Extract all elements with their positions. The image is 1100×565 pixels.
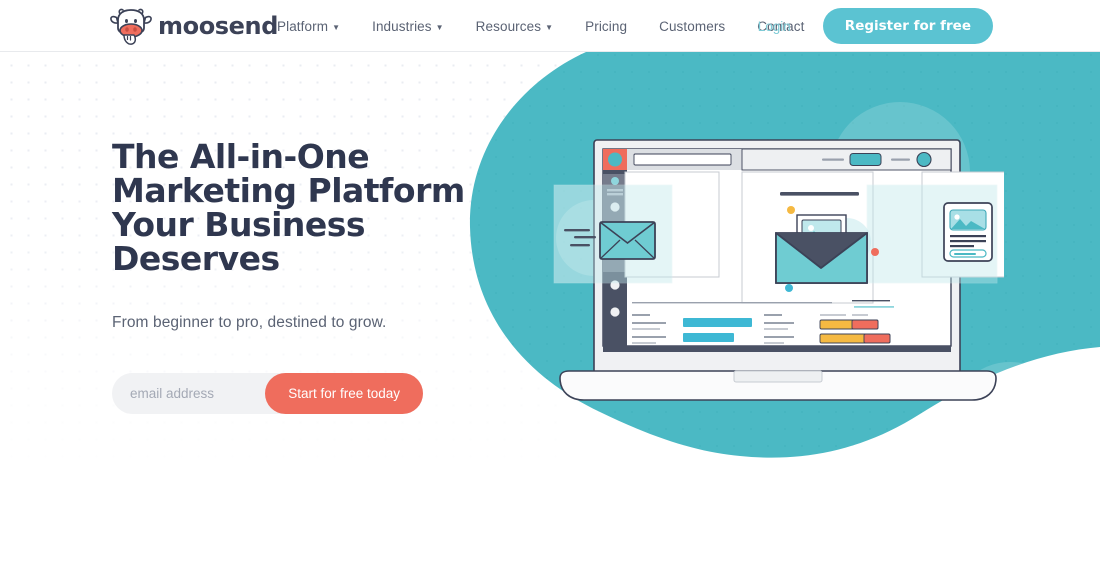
hero-title: The All-in-One Marketing Platform Your B… xyxy=(112,137,465,278)
hero-section: The All-in-One Marketing Platform Your B… xyxy=(0,52,1100,565)
laptop-email-marketing-illustration xyxy=(553,139,1004,401)
nav-label-industries: Industries xyxy=(372,18,432,34)
newsletter-document-icon xyxy=(943,202,993,262)
cow-head-icon xyxy=(110,8,152,45)
nav-item-industries[interactable]: Industries ▼ xyxy=(356,19,460,34)
hero-copy: The All-in-One Marketing Platform Your B… xyxy=(112,140,532,414)
start-for-free-button[interactable]: Start for free today xyxy=(265,373,423,414)
chevron-down-icon: ▼ xyxy=(332,22,341,32)
envelope-icon xyxy=(599,221,656,260)
site-header: moosend Platform ▼ Industries ▼ Resources ▼… xyxy=(0,0,1100,52)
email-input[interactable] xyxy=(112,374,282,413)
nav-item-resources[interactable]: Resources ▼ xyxy=(460,19,569,34)
nav-label-customers: Customers xyxy=(659,18,726,34)
chevron-down-icon: ▼ xyxy=(435,22,444,32)
landing-page: moosend Platform ▼ Industries ▼ Resources ▼… xyxy=(0,0,1100,565)
header-actions: Login Register for free xyxy=(758,0,1100,52)
brand-logo[interactable]: moosend xyxy=(108,2,278,50)
nav-item-customers[interactable]: Customers xyxy=(643,19,741,34)
login-link[interactable]: Login xyxy=(758,19,791,34)
nav-item-pricing[interactable]: Pricing xyxy=(569,19,643,34)
nav-label-platform: Platform xyxy=(277,18,329,34)
hero-subtitle: From beginner to pro, destined to grow. xyxy=(112,314,387,331)
signup-form: Start for free today xyxy=(112,373,423,414)
main-navigation: Platform ▼ Industries ▼ Resources ▼ Pricing… xyxy=(277,0,821,52)
nav-item-platform[interactable]: Platform ▼ xyxy=(277,19,356,34)
brand-name: moosend xyxy=(158,12,279,40)
register-for-free-button[interactable]: Register for free xyxy=(822,8,993,44)
nav-label-resources: Resources xyxy=(475,18,542,34)
nav-label-pricing: Pricing xyxy=(585,18,628,34)
chevron-down-icon: ▼ xyxy=(545,22,554,32)
